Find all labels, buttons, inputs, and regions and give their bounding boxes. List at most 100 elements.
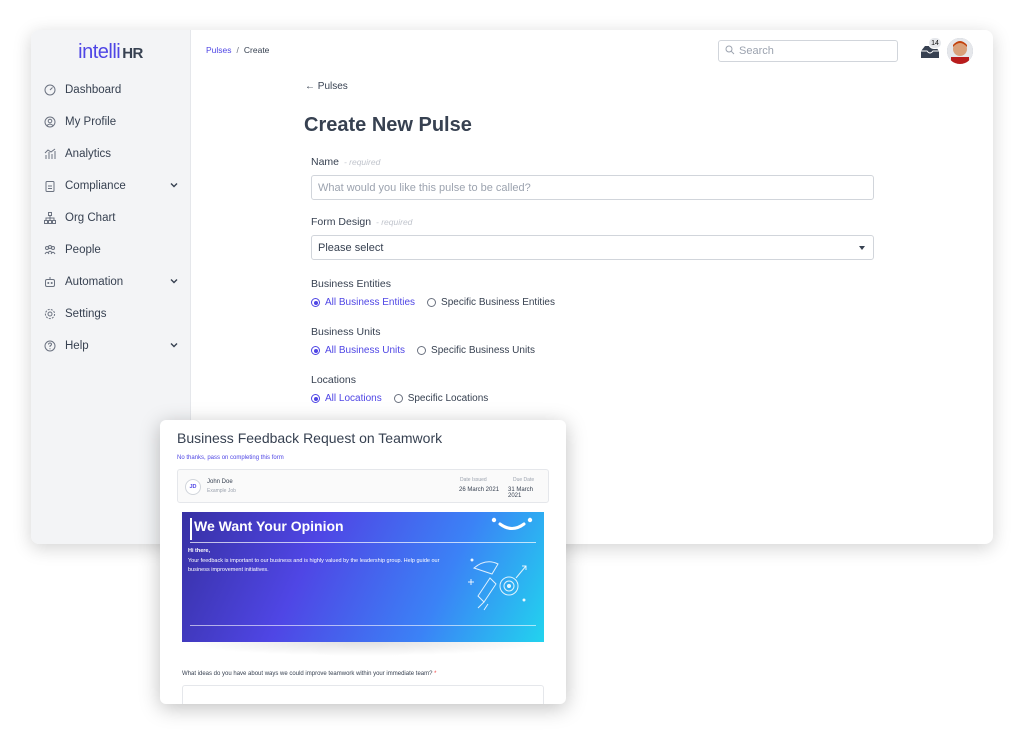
avatar[interactable] [947, 38, 973, 64]
radio-specific-locations[interactable]: Specific Locations [393, 393, 489, 404]
form-design-label: Form Design - required [311, 216, 874, 228]
radio-all-business-units[interactable]: All Business Units [311, 345, 405, 356]
radio-label: Specific Business Units [431, 345, 535, 356]
radio-label: All Business Units [325, 345, 406, 356]
sidebar-item-analytics[interactable]: Analytics [31, 138, 190, 170]
sidebar-item-help[interactable]: Help [31, 330, 190, 362]
sidebar-item-label: My Profile [65, 116, 117, 128]
sidebar-item-label: Org Chart [65, 212, 116, 224]
rocket-hero-icon [468, 558, 527, 611]
banner-greeting: Hi there, [188, 548, 211, 554]
logo[interactable]: intelli HR [31, 30, 190, 74]
search-input[interactable]: Search [718, 40, 898, 62]
smile-icon [491, 517, 533, 530]
locations-label: Locations [311, 374, 356, 386]
business-entities-label: Business Entities [311, 278, 391, 290]
required-star: * [434, 671, 437, 677]
date-issued-label: Date Issued [460, 477, 487, 483]
form-design-select[interactable]: Please select [311, 235, 874, 260]
sidebar-item-settings[interactable]: Settings [31, 298, 190, 330]
breadcrumb-separator: / [236, 45, 239, 55]
arrow-left-icon: ← [305, 81, 315, 92]
robot-icon [43, 275, 57, 289]
radio-specific-business-units[interactable]: Specific Business Units [417, 345, 535, 356]
breadcrumb-current: Create [243, 45, 270, 55]
chevron-down-icon[interactable] [168, 275, 180, 287]
sidebar-item-my-profile[interactable]: My Profile [31, 106, 190, 138]
top-bar: Pulses / Create Search 14 [191, 30, 993, 74]
radio-unselected-icon [393, 394, 403, 403]
dashboard-gauge-icon [43, 83, 57, 97]
sidebar-item-dashboard[interactable]: Dashboard [31, 74, 190, 106]
profile-icon [43, 115, 57, 129]
name-field[interactable]: What would you like this pulse to be cal… [311, 175, 874, 200]
name-placeholder: What would you like this pulse to be cal… [318, 181, 531, 194]
due-date-label: Due Date [513, 477, 535, 483]
radio-label: Specific Business Entities [441, 297, 555, 308]
employee-info-box: JD John Doe Example Job Date Issued Due … [177, 469, 549, 503]
business-units-radio-group: All Business Units Specific Business Uni… [311, 345, 874, 356]
sidebar-item-label: People [65, 244, 101, 256]
name-label-text: Name [311, 156, 340, 168]
pulse-form-preview-card: Business Feedback Request on Teamwork No… [160, 420, 566, 704]
skip-form-link[interactable]: No thanks, pass on completing this form [177, 455, 284, 461]
banner-divider [190, 542, 536, 543]
sidebar-item-label: Help [65, 340, 89, 352]
create-pulse-form: Name - required What would you like this… [311, 156, 874, 404]
radio-label: Specific Locations [407, 393, 489, 404]
business-units-label: Business Units [311, 326, 381, 338]
breadcrumb: Pulses / Create [206, 45, 269, 55]
employee-job: Example Job [207, 488, 236, 494]
radio-selected-icon [311, 298, 320, 307]
breadcrumb-pulses-link[interactable]: Pulses [206, 45, 232, 55]
opinion-banner: We Want Your Opinion Hi there, Your feed… [182, 512, 544, 642]
business-entities-radio-group: All Business Entities Specific Business … [311, 297, 874, 308]
radio-unselected-icon [427, 298, 437, 307]
search-icon [725, 42, 735, 60]
search-placeholder: Search [739, 45, 774, 57]
banner-accent-bar [190, 518, 192, 540]
chevron-down-icon[interactable] [168, 339, 180, 351]
sidebar-item-label: Settings [65, 308, 107, 320]
caret-down-icon [859, 246, 865, 250]
sidebar-item-org-chart[interactable]: Org Chart [31, 202, 190, 234]
notification-badge: 14 [928, 37, 942, 49]
required-hint: - required [376, 217, 413, 227]
radio-all-business-entities[interactable]: All Business Entities [311, 297, 415, 308]
sidebar-item-compliance[interactable]: Compliance [31, 170, 190, 202]
date-issued-value: 26 March 2021 [459, 487, 500, 493]
banner-heading: We Want Your Opinion [194, 518, 344, 534]
radio-unselected-icon [417, 346, 427, 355]
radio-selected-icon [311, 394, 320, 403]
help-icon [43, 339, 57, 353]
locations-radio-group: All Locations Specific Locations [311, 393, 874, 404]
logo-main: intelli [78, 40, 121, 63]
sidebar-item-label: Analytics [65, 148, 112, 160]
radio-label: All Business Entities [325, 297, 416, 308]
radio-specific-business-entities[interactable]: Specific Business Entities [427, 297, 555, 308]
banner-shadow [182, 642, 544, 656]
sidebar-item-people[interactable]: People [31, 234, 190, 266]
sidebar-item-label: Automation [65, 276, 124, 288]
radio-selected-icon [311, 346, 320, 355]
preview-title: Business Feedback Request on Teamwork [177, 430, 443, 446]
back-link[interactable]: ← Pulses [305, 81, 348, 92]
due-date-value: 31 March 2021 [508, 487, 534, 499]
radio-label: All Locations [325, 393, 382, 404]
employee-name: John Doe [207, 479, 233, 485]
required-hint: - required [343, 157, 381, 167]
sidebar-item-label: Compliance [65, 180, 126, 192]
sidebar-item-automation[interactable]: Automation [31, 266, 190, 298]
radio-all-locations[interactable]: All Locations [311, 393, 382, 404]
banner-bottom-divider [190, 625, 536, 626]
chevron-down-icon[interactable] [168, 179, 180, 191]
form-design-label-text: Form Design [311, 216, 372, 228]
page-title: Create New Pulse [304, 114, 472, 136]
analytics-icon [43, 147, 57, 161]
logo-suffix: HR [122, 45, 143, 62]
name-label: Name - required [311, 156, 874, 168]
back-label: Pulses [317, 81, 348, 92]
answer-textarea[interactable] [182, 685, 544, 704]
banner-message: Your feedback is important to our busine… [188, 558, 440, 573]
employee-initials-avatar: JD [185, 479, 201, 495]
